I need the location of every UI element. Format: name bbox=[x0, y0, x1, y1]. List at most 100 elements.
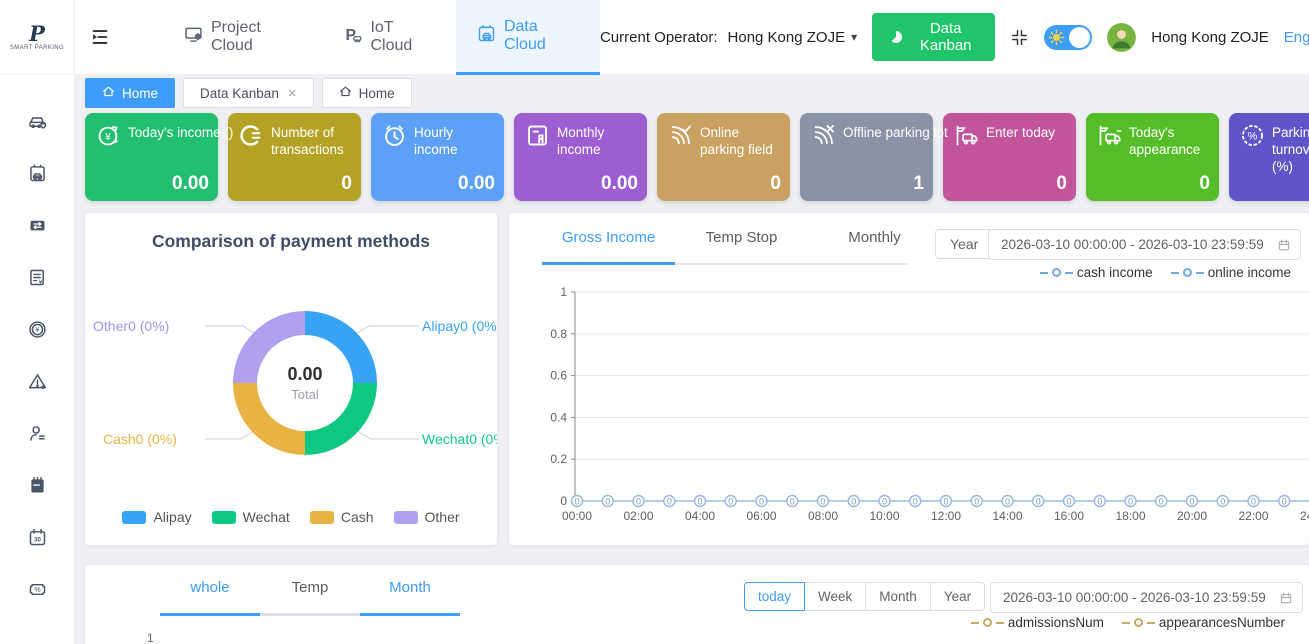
stat-card-value: 0 bbox=[770, 173, 781, 195]
tab-temp-stop[interactable]: Temp Stop bbox=[675, 229, 808, 246]
tab-data-kanban[interactable]: Data Kanban × bbox=[183, 78, 314, 108]
language-link[interactable]: English bbox=[1284, 29, 1309, 46]
sidebar-item-schedule[interactable] bbox=[15, 461, 59, 513]
payment-methods-panel: Comparison of payment methods 0.00 Total… bbox=[85, 213, 497, 545]
coupon-icon: % bbox=[27, 579, 48, 603]
range-button-month[interactable]: Month bbox=[866, 582, 931, 611]
svg-text:0: 0 bbox=[1097, 497, 1102, 507]
close-icon[interactable]: × bbox=[288, 85, 297, 102]
logo-initial: P bbox=[29, 24, 45, 44]
range-button-week[interactable]: Week bbox=[805, 582, 866, 611]
tab-temp[interactable]: Temp bbox=[260, 579, 360, 596]
stat-cards-row: ¥ Today's income () 0.00 Number of trans… bbox=[85, 113, 1309, 201]
sidebar-item-in-out[interactable] bbox=[15, 201, 59, 253]
legend-item-alipay[interactable]: Alipay bbox=[122, 509, 191, 525]
legend-label: Wechat bbox=[243, 509, 290, 525]
range-button-today[interactable]: today bbox=[744, 582, 805, 611]
tab-gross-income[interactable]: Gross Income bbox=[542, 229, 675, 246]
theme-toggle[interactable] bbox=[1044, 25, 1092, 50]
home-icon bbox=[102, 85, 115, 101]
stat-card-value: 0 bbox=[1199, 173, 1210, 195]
flow-date-range-picker[interactable] bbox=[990, 582, 1303, 613]
tab-home-active[interactable]: Home bbox=[85, 78, 175, 108]
svg-text:0: 0 bbox=[759, 497, 764, 507]
legend-item-wechat[interactable]: Wechat bbox=[212, 509, 290, 525]
svg-text:0: 0 bbox=[1159, 497, 1164, 507]
calendar-icon bbox=[1279, 591, 1293, 605]
svg-text:¥: ¥ bbox=[104, 132, 111, 143]
sidebar-item-monthly-card[interactable]: 30 bbox=[15, 513, 59, 565]
legend-item-cash[interactable]: Cash bbox=[310, 509, 374, 525]
avatar[interactable] bbox=[1107, 23, 1136, 52]
callout-cash: Cash0 (0%) bbox=[103, 431, 177, 447]
svg-text:22:00: 22:00 bbox=[1238, 509, 1268, 523]
stat-card-value: 0.00 bbox=[172, 173, 209, 195]
svg-text:0: 0 bbox=[574, 497, 579, 507]
svg-text:0: 0 bbox=[667, 497, 672, 507]
tab-label: Home bbox=[122, 86, 158, 101]
legend-item-other[interactable]: Other bbox=[394, 509, 460, 525]
top-navbar: Project Cloud P IoT Cloud Data Cloud Cur… bbox=[75, 0, 1309, 75]
flow-tabs: whole Temp Month bbox=[160, 579, 460, 596]
sidebar-item-coupons[interactable]: % bbox=[15, 565, 59, 617]
operator-dropdown[interactable]: Current Operator: Hong Kong ZOJE ▾ bbox=[600, 29, 857, 46]
svg-text:1: 1 bbox=[560, 285, 567, 299]
percent-badge-icon: % bbox=[1239, 122, 1266, 152]
nav-item-label: Project Cloud bbox=[211, 19, 302, 55]
flow-tab-underlines bbox=[160, 613, 460, 616]
svg-text:08:00: 08:00 bbox=[808, 509, 838, 523]
flow-range-buttons: today Week Month Year bbox=[744, 582, 985, 611]
operator-value: Hong Kong ZOJE bbox=[728, 29, 846, 46]
svg-text:0: 0 bbox=[1066, 497, 1071, 507]
sidebar-item-billing[interactable]: ¥ bbox=[15, 253, 59, 305]
fullscreen-compress-icon[interactable] bbox=[1010, 28, 1029, 47]
range-button-year[interactable]: Year bbox=[931, 582, 985, 611]
sidebar-item-parking-records[interactable] bbox=[15, 149, 59, 201]
stat-card-value: 0.00 bbox=[458, 173, 495, 195]
donut-total-value: 0.00 bbox=[287, 364, 322, 385]
tab-monthly[interactable]: Monthly bbox=[808, 229, 941, 246]
nav-item-data-cloud[interactable]: Data Cloud bbox=[456, 0, 600, 75]
callout-other: Other0 (0%) bbox=[93, 318, 169, 334]
toggle-knob bbox=[1069, 27, 1090, 48]
user-audit-icon bbox=[27, 423, 48, 447]
notebook-icon bbox=[27, 475, 48, 499]
svg-text:00:00: 00:00 bbox=[562, 509, 592, 523]
sidebar-item-finance[interactable]: ¥ bbox=[15, 305, 59, 357]
data-cloud-icon bbox=[476, 23, 497, 49]
legend-label: appearancesNumber bbox=[1159, 615, 1285, 630]
tab-month[interactable]: Month bbox=[360, 579, 460, 596]
year-range-button[interactable]: Year bbox=[935, 229, 993, 259]
stat-card-title: Offline parking lot bbox=[843, 122, 948, 142]
cloud-menu: Project Cloud P IoT Cloud Data Cloud bbox=[163, 0, 600, 75]
svg-text:16:00: 16:00 bbox=[1054, 509, 1084, 523]
sidebar: P SMART PARKING ¥ ¥ 30 % bbox=[0, 0, 75, 644]
flow-y-axis-tick: 1 bbox=[147, 631, 154, 644]
logo-text: SMART PARKING bbox=[10, 45, 64, 51]
sidebar-item-alerts[interactable] bbox=[15, 357, 59, 409]
sidebar-item-vehicle-management[interactable] bbox=[15, 97, 59, 149]
data-kanban-button[interactable]: Data Kanban bbox=[872, 13, 995, 61]
stat-card-value: 1 bbox=[913, 173, 924, 195]
user-name[interactable]: Hong Kong ZOJE bbox=[1151, 29, 1269, 46]
menu-fold-icon[interactable] bbox=[89, 26, 111, 48]
stat-card-title: Number of transactions bbox=[271, 122, 351, 159]
stat-card-title: Hourly income bbox=[414, 122, 494, 159]
stat-card-value: 0 bbox=[341, 173, 352, 195]
nav-item-iot-cloud[interactable]: P IoT Cloud bbox=[322, 0, 455, 75]
legend-item-admissions[interactable]: admissionsNum bbox=[971, 615, 1104, 630]
date-range-input[interactable] bbox=[991, 590, 1279, 605]
nav-item-project-cloud[interactable]: Project Cloud bbox=[163, 0, 322, 75]
income-date-range-picker[interactable] bbox=[988, 229, 1301, 260]
stat-card-turnover-rate: % Parking turnover rate (%) bbox=[1229, 113, 1309, 201]
operator-label: Current Operator: bbox=[600, 29, 718, 46]
tab-home[interactable]: Home bbox=[322, 78, 412, 108]
svg-text:0: 0 bbox=[913, 497, 918, 507]
tab-whole[interactable]: whole bbox=[160, 579, 260, 596]
legend-item-appearances[interactable]: appearancesNumber bbox=[1122, 615, 1285, 630]
svg-text:10:00: 10:00 bbox=[869, 509, 899, 523]
stat-card-value: 0.00 bbox=[601, 173, 638, 195]
date-range-input[interactable] bbox=[989, 237, 1277, 252]
stat-card-title: Online parking field bbox=[700, 122, 780, 159]
sidebar-item-members[interactable] bbox=[15, 409, 59, 461]
